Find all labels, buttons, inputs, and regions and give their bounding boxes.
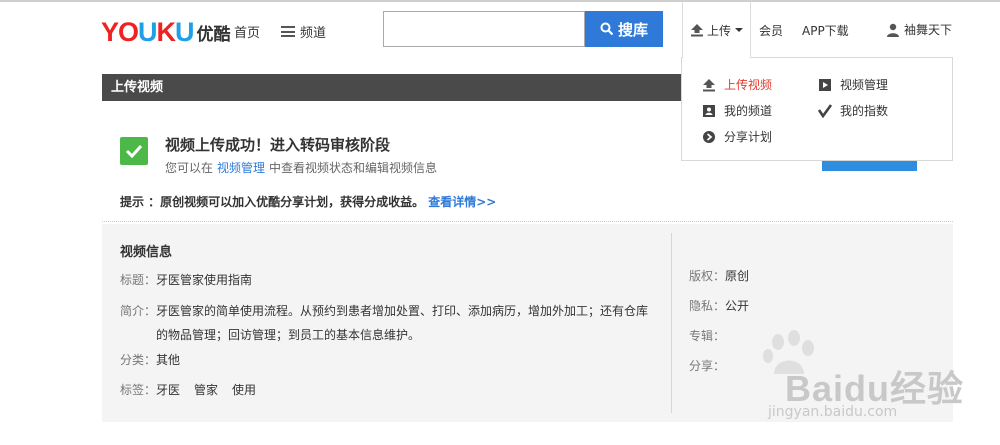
divider	[102, 221, 953, 222]
nav-app-download-link[interactable]: APP下载	[802, 22, 849, 39]
upload-dropdown-menu: 上传视频 视频管理 我的频道 我的指数 分享计划	[681, 57, 953, 161]
upload-menu-toggle[interactable]: 上传	[682, 2, 751, 58]
success-title: 视频上传成功！进入转码审核阶段	[165, 136, 391, 154]
success-subtitle: 您可以在 视频管理 中查看视频状态和编辑视频信息	[165, 161, 438, 175]
share-icon	[703, 130, 715, 143]
video-manage-link[interactable]: 视频管理	[217, 161, 265, 175]
copyright-value: 原创	[725, 269, 750, 283]
tag-item: 管家	[194, 383, 219, 397]
dropdown-item-my-index[interactable]: 我的指数	[818, 102, 888, 119]
chevron-down-icon	[735, 28, 743, 32]
nav-channel-label: 频道	[300, 26, 327, 41]
watermark-url: jingyan.baidu.com	[768, 404, 898, 420]
privacy-value: 公开	[725, 299, 750, 313]
info-column-divider	[671, 233, 672, 413]
copyright-row: 版权：原创	[689, 269, 750, 283]
youku-logo[interactable]: YOUKU 优酷	[101, 16, 231, 48]
nav-channel-link[interactable]: 频道	[281, 22, 326, 41]
share-row: 分享：	[689, 359, 726, 373]
nav-home-link[interactable]: 首页	[234, 22, 260, 41]
video-tags-row: 标签：牙医 管家 使用	[120, 383, 257, 397]
menu-icon	[281, 26, 295, 37]
section-title-bar: 上传视频	[102, 74, 682, 101]
tag-item: 使用	[232, 383, 257, 397]
video-title-value: 牙医管家使用指南	[156, 273, 253, 287]
video-manage-icon	[819, 78, 831, 91]
user-name: 袖舞天下	[904, 23, 953, 37]
upload-menu-label: 上传	[706, 23, 731, 38]
video-info-heading: 视频信息	[120, 245, 173, 260]
dropdown-item-video-manage[interactable]: 视频管理	[818, 76, 888, 93]
logo-wordmark: YOUKU	[101, 16, 194, 47]
search-input[interactable]	[383, 11, 585, 47]
nav-vip-link[interactable]: 会员	[759, 22, 783, 39]
dropdown-item-share-plan[interactable]: 分享计划	[702, 128, 772, 145]
success-check-icon	[120, 137, 148, 165]
video-title-row: 标题：牙医管家使用指南	[120, 273, 253, 287]
action-button-partial[interactable]	[822, 161, 917, 171]
tag-item: 牙医	[156, 383, 181, 397]
index-icon	[818, 103, 832, 118]
view-details-link[interactable]: 查看详情>>	[428, 195, 496, 209]
video-description-value: 牙医管家的简单使用流程。从预约到患者增加处置、打印、添加病历，增加外加工；还有仓…	[156, 304, 649, 342]
upload-icon	[703, 78, 715, 91]
share-plan-tip: 提示 ：原创视频可以加入优酷分享计划，获得分成收益。 查看详情>>	[120, 195, 497, 209]
dropdown-item-my-channel[interactable]: 我的频道	[702, 102, 772, 119]
privacy-row: 隐私：公开	[689, 299, 750, 313]
upload-icon	[690, 24, 703, 37]
video-category-value: 其他	[156, 353, 181, 367]
user-menu[interactable]: 袖舞天下	[886, 21, 952, 38]
search-button[interactable]: 搜库	[585, 11, 663, 47]
logo-chinese: 优酷	[196, 24, 231, 45]
video-category-row: 分类：其他	[120, 353, 181, 367]
dropdown-item-upload-video[interactable]: 上传视频	[702, 76, 772, 93]
album-row: 专辑：	[689, 329, 726, 343]
user-icon	[887, 23, 899, 37]
channel-icon	[703, 104, 715, 117]
search-button-label: 搜库	[617, 20, 648, 39]
search-icon	[600, 22, 614, 36]
video-description-row: 简介： 牙医管家的简单使用流程。从预约到患者增加处置、打印、添加病历，增加外加工；…	[120, 299, 660, 347]
